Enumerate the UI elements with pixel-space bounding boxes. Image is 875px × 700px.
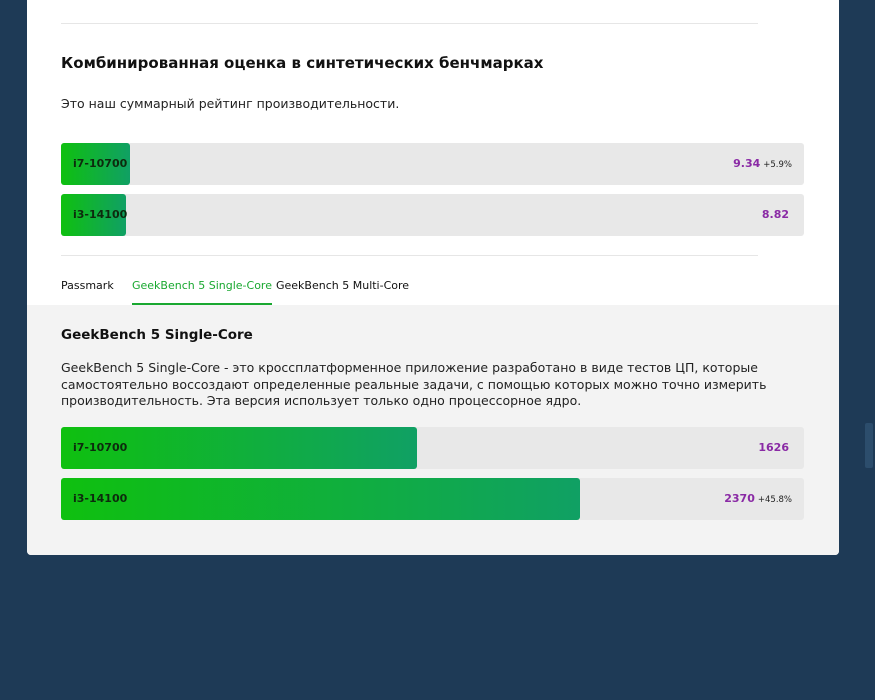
single-core-bar-i7-10700: i7-10700 1626 xyxy=(61,427,804,469)
combined-score-description: Это наш суммарный рейтинг производительн… xyxy=(61,96,400,111)
cpu-label: i3-14100 xyxy=(73,492,128,505)
score-number: 2370 xyxy=(724,492,755,505)
single-core-bar-i3-14100: i3-14100 2370 +45.8% xyxy=(61,478,804,520)
tab-passmark[interactable]: Passmark xyxy=(61,279,114,305)
cpu-label: i3-14100 xyxy=(73,208,128,221)
score-number: 1626 xyxy=(758,441,789,454)
cpu-label: i7-10700 xyxy=(73,157,128,170)
score-value: 9.34 +5.9% xyxy=(733,143,792,186)
score-percent: +45.8% xyxy=(757,495,792,505)
combined-score-heading: Комбинированная оценка в синтетических б… xyxy=(61,54,544,72)
score-percent: +5.9% xyxy=(763,160,792,170)
cpu-label: i7-10700 xyxy=(73,441,128,454)
page-scrollbar[interactable] xyxy=(862,0,875,700)
score-number: 8.82 xyxy=(761,208,789,221)
tab-panel: GeekBench 5 Single-Core GeekBench 5 Sing… xyxy=(27,305,839,555)
panel-title: GeekBench 5 Single-Core xyxy=(61,327,253,343)
score-value: 2370 +45.8% xyxy=(724,478,792,521)
combined-bar-i7-10700: i7-10700 9.34 +5.9% xyxy=(61,143,804,185)
tab-geekbench-single-core[interactable]: GeekBench 5 Single-Core xyxy=(132,279,272,305)
divider xyxy=(61,23,758,24)
score-number: 9.34 xyxy=(733,157,761,170)
combined-bar-i3-14100: i3-14100 8.82 xyxy=(61,194,804,236)
score-value: 1626 xyxy=(758,427,792,470)
divider xyxy=(61,255,758,256)
bar-fill xyxy=(61,478,580,520)
tab-geekbench-multi-core[interactable]: GeekBench 5 Multi-Core xyxy=(276,279,409,305)
panel-description: GeekBench 5 Single-Core - это кроссплатф… xyxy=(61,360,767,408)
score-value: 8.82 xyxy=(762,194,792,237)
benchmark-card: Комбинированная оценка в синтетических б… xyxy=(27,0,839,555)
scrollbar-thumb[interactable] xyxy=(865,423,873,468)
